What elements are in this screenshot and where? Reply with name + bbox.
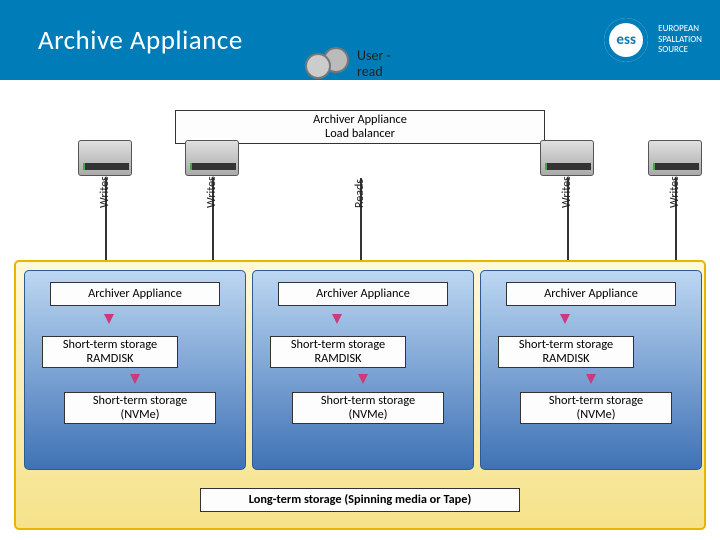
archiver-appliance-box: Archiver Appliance xyxy=(506,282,676,306)
arrow-down-icon xyxy=(586,374,596,384)
header-bar: Archive Appliance User - read ess EUROPE… xyxy=(0,0,720,80)
arrow-down-icon xyxy=(104,314,114,324)
server-icon xyxy=(540,140,594,176)
flow-label-writes: Writes xyxy=(98,176,112,208)
arrow-down-icon xyxy=(130,374,140,384)
user-block: User - read xyxy=(305,45,391,83)
archiver-appliance-box: Archiver Appliance xyxy=(50,282,220,306)
arrow-down-icon xyxy=(332,314,342,324)
server-icon xyxy=(648,140,702,176)
storage-ramdisk-box: Short-term storage RAMDISK xyxy=(498,336,634,368)
flow-label-writes: Writes xyxy=(668,176,682,208)
storage-nvme-box: Short-term storage (NVMe) xyxy=(292,392,444,424)
archiver-appliance-box: Archiver Appliance xyxy=(278,282,448,306)
load-balancer-box: Archiver Appliance Load balancer xyxy=(175,110,545,144)
server-icon xyxy=(78,140,132,176)
long-term-storage-box: Long-term storage (Spinning media or Tap… xyxy=(200,488,520,512)
user-label: User - read xyxy=(357,48,391,80)
flow-label-writes: Writes xyxy=(560,176,574,208)
arrow-down-icon xyxy=(358,374,368,384)
brand-full: EUROPEAN SPALLATION SOURCE xyxy=(658,24,702,56)
users-icon xyxy=(305,45,349,83)
storage-ramdisk-box: Short-term storage RAMDISK xyxy=(42,336,178,368)
server-icon xyxy=(185,140,239,176)
flow-label-writes: Writes xyxy=(205,176,219,208)
storage-nvme-box: Short-term storage (NVMe) xyxy=(520,392,672,424)
storage-ramdisk-box: Short-term storage RAMDISK xyxy=(270,336,406,368)
page-title: Archive Appliance xyxy=(38,24,243,57)
diagram-canvas: Archiver Appliance Load balancer Writes … xyxy=(0,80,720,540)
flow-label-reads: Reads xyxy=(353,179,367,208)
brand-logo: ess EUROPEAN SPALLATION SOURCE xyxy=(604,18,702,62)
arrow-down-icon xyxy=(560,314,570,324)
storage-nvme-box: Short-term storage (NVMe) xyxy=(64,392,216,424)
brand-abbr: ess xyxy=(604,18,648,62)
